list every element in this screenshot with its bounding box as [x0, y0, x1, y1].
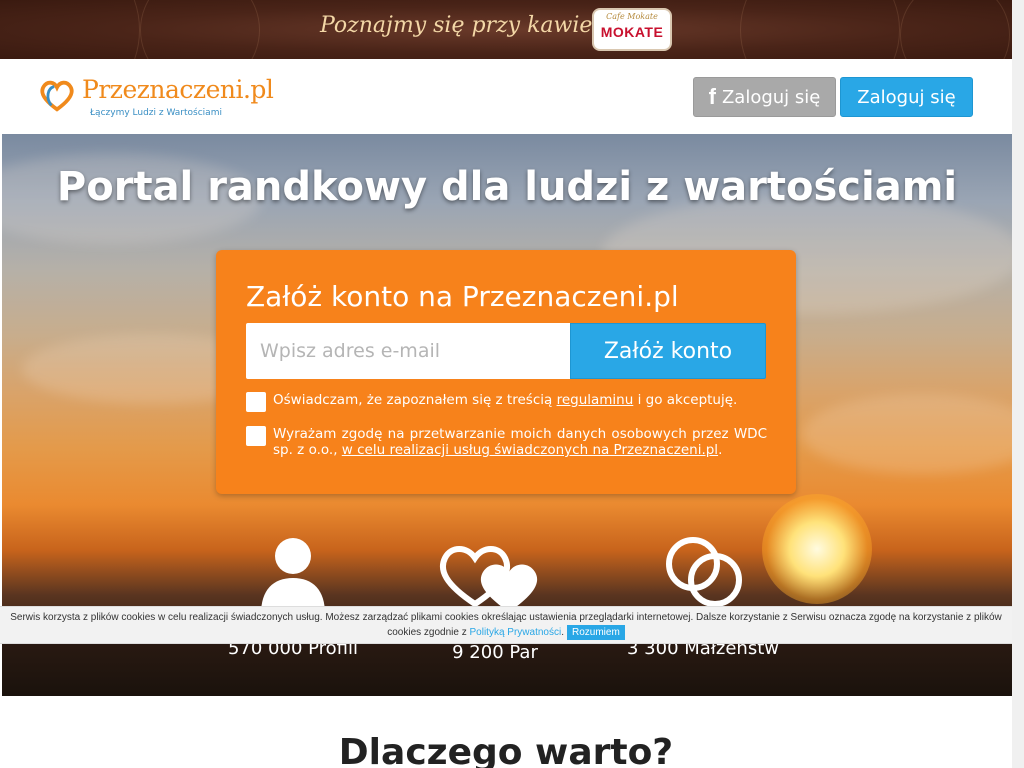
logo-text[interactable]: Przeznaczeni.pl	[82, 75, 274, 104]
cookie-accept-button[interactable]: Rozumiem	[566, 625, 625, 640]
mokate-logo-brand: MOKATE	[600, 24, 664, 40]
banner-decoration	[740, 0, 900, 59]
rings-icon	[666, 537, 742, 607]
terms-link[interactable]: regulaminu	[557, 392, 634, 408]
facebook-icon: f	[708, 84, 716, 109]
signup-title: Załóż konto na Przeznaczeni.pl	[246, 280, 679, 313]
facebook-login-label: Zaloguj się	[721, 86, 821, 108]
terms-consent-text: Oświadczam, że zapoznałem się z treścią …	[273, 392, 767, 408]
promo-slogan: Poznajmy się przy kawie	[320, 13, 593, 38]
logo-tagline: Łączymy Ludzi z Wartościami	[90, 108, 222, 118]
create-account-button[interactable]: Załóż konto	[570, 323, 766, 379]
cloud-decoration	[802, 394, 1012, 474]
data-consent-text-post: .	[718, 442, 723, 458]
terms-text-pre: Oświadczam, że zapoznałem się z treścią	[273, 392, 557, 408]
data-processing-consent-text: Wyrażam zgodę na przetwarzanie moich dan…	[273, 426, 767, 458]
data-processing-checkbox[interactable]	[246, 426, 266, 446]
privacy-policy-link[interactable]: Polityką Prywatności	[470, 627, 562, 638]
email-input[interactable]	[246, 323, 570, 379]
stat-couples-label: 9 200 Par	[452, 642, 538, 663]
page-scrollbar[interactable]	[1012, 0, 1024, 768]
cookie-text-end: .	[561, 627, 564, 638]
cookie-bar: Serwis korzysta z plików cookies w celu …	[0, 606, 1012, 644]
heart-logo-icon[interactable]	[38, 77, 76, 115]
banner-decoration	[140, 0, 260, 59]
why-section-title: Dlaczego warto?	[338, 732, 674, 768]
banner-decoration	[0, 0, 140, 59]
site-header: Przeznaczeni.pl Łączymy Ludzi z Wartości…	[0, 59, 1024, 134]
mokate-logo: Cafe Mokate MOKATE	[594, 10, 670, 49]
services-link[interactable]: w celu realizacji usług świadczonych na …	[342, 442, 718, 458]
promo-banner[interactable]: Poznajmy się przy kawie Cafe Mokate MOKA…	[0, 0, 1024, 59]
banner-decoration	[900, 0, 1010, 59]
hero-title: Portal randkowy dla ludzi z wartościami	[56, 164, 958, 210]
signup-box: Załóż konto na Przeznaczeni.pl Załóż kon…	[216, 250, 796, 494]
facebook-login-button[interactable]: f Zaloguj się	[693, 77, 836, 117]
mokate-logo-small: Cafe Mokate	[606, 12, 658, 21]
person-icon	[261, 538, 325, 614]
terms-text-post: i go akceptuję.	[633, 392, 738, 408]
login-button[interactable]: Zaloguj się	[840, 77, 973, 117]
terms-checkbox[interactable]	[246, 392, 266, 412]
hearts-icon	[439, 546, 538, 612]
